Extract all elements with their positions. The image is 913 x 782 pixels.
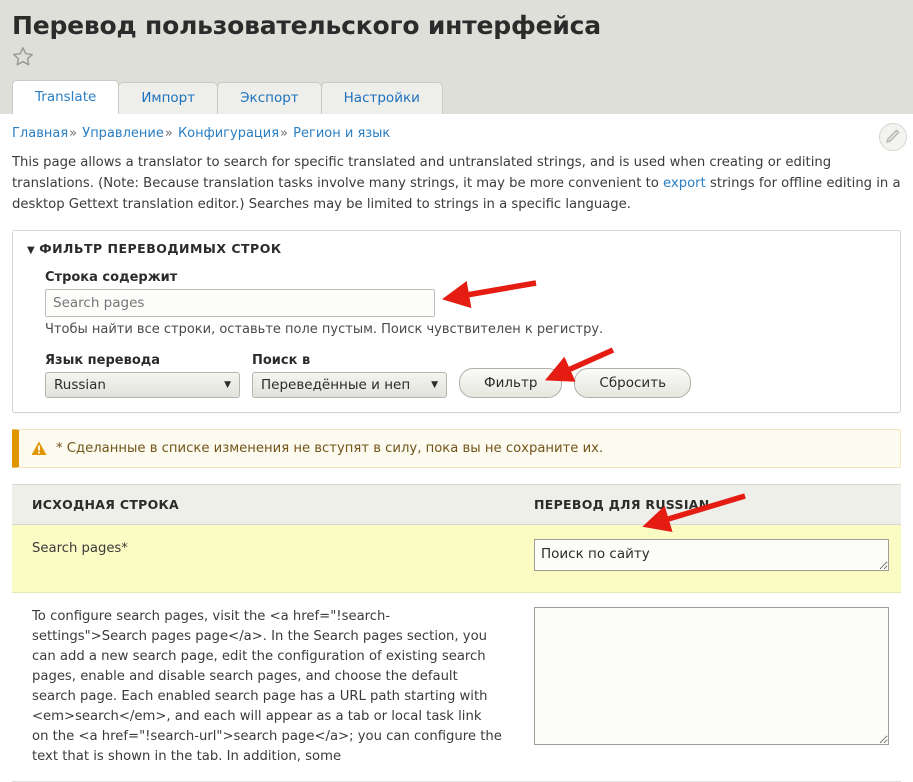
tab-import-label: Импорт (141, 90, 196, 106)
main-content: Главная» Управление» Конфигурация» Регио… (0, 114, 913, 782)
translation-table: ИСХОДНАЯ СТРОКА ПЕРЕВОД ДЛЯ RUSSIAN Sear… (12, 484, 901, 782)
table-row: Search pages* (12, 524, 901, 593)
tab-export-label: Экспорт (240, 90, 299, 106)
tab-translate[interactable]: Translate (12, 80, 120, 114)
tab-translate-label: Translate (35, 89, 97, 105)
tab-import[interactable]: Импорт (118, 82, 219, 114)
reset-button[interactable]: Сбросить (574, 368, 692, 398)
breadcrumb-item-home[interactable]: Главная (12, 126, 68, 141)
table-header-row: ИСХОДНАЯ СТРОКА ПЕРЕВОД ДЛЯ RUSSIAN (12, 484, 901, 525)
tab-settings-label: Настройки (343, 90, 420, 106)
search-in-label: Поиск в (252, 353, 311, 368)
pencil-edit-icon[interactable] (879, 123, 907, 151)
breadcrumb-item-region-language[interactable]: Регион и язык (293, 126, 390, 141)
table-row: To configure search pages, visit the <a … (12, 592, 901, 782)
translation-cell-row-2 (514, 592, 901, 782)
filter-controls-row: Язык перевода Russian ▼ Поиск в Переведё… (45, 353, 886, 398)
warning-message: * Сделанные в списке изменения не вступя… (12, 429, 901, 468)
translation-table-head: ИСХОДНАЯ СТРОКА ПЕРЕВОД ДЛЯ RUSSIAN (12, 484, 901, 525)
language-select-box: Russian ▼ (45, 372, 240, 398)
breadcrumb-sep-2: » (164, 126, 173, 141)
breadcrumb-sep-1: » (69, 126, 78, 141)
string-contains-help: Чтобы найти все строки, оставьте поле пу… (45, 322, 604, 337)
tab-bar: Translate Импорт Экспорт Настройки (12, 80, 443, 114)
filter-legend[interactable]: ▼ ФИЛЬТР ПЕРЕВОДИМЫХ СТРОК (27, 241, 886, 256)
star-row (12, 45, 913, 71)
string-contains-label: Строка содержит (45, 270, 178, 285)
export-link[interactable]: export (663, 176, 706, 191)
filter-legend-label: ФИЛЬТР ПЕРЕВОДИМЫХ СТРОК (39, 241, 282, 256)
star-outline-icon[interactable] (12, 45, 34, 67)
string-contains-input[interactable] (45, 289, 435, 317)
language-select-label: Язык перевода (45, 353, 161, 368)
search-in-select[interactable]: Переведённые и неп (252, 372, 447, 398)
source-string-row-2: To configure search pages, visit the <a … (12, 592, 514, 782)
tab-settings[interactable]: Настройки (320, 82, 443, 114)
tab-export[interactable]: Экспорт (217, 82, 322, 114)
warning-triangle-icon (31, 441, 47, 456)
filter-body: Строка содержит Чтобы найти все строки, … (27, 260, 886, 398)
language-select[interactable]: Russian (45, 372, 240, 398)
search-in-select-group: Поиск в Переведённые и неп ▼ (252, 353, 447, 398)
translation-textarea-row-1[interactable] (534, 539, 889, 571)
breadcrumb: Главная» Управление» Конфигурация» Регио… (12, 114, 901, 142)
column-header-translation: ПЕРЕВОД ДЛЯ RUSSIAN (514, 484, 901, 525)
source-string-row-1: Search pages* (12, 524, 514, 593)
page-header: Перевод пользовательского интерфейса Tra… (0, 0, 913, 114)
translation-cell-row-1 (514, 524, 901, 593)
filter-button[interactable]: Фильтр (459, 368, 563, 398)
column-header-source: ИСХОДНАЯ СТРОКА (12, 484, 514, 525)
translation-table-body: Search pages* To configure search pages,… (12, 524, 901, 782)
breadcrumb-item-administration[interactable]: Управление (82, 126, 164, 141)
page-title: Перевод пользовательского интерфейса (12, 11, 601, 40)
breadcrumb-item-configuration[interactable]: Конфигурация (178, 126, 279, 141)
warning-text: * Сделанные в списке изменения не вступя… (56, 441, 604, 456)
chevron-down-icon: ▼ (27, 245, 36, 256)
page-description: This page allows a translator to search … (12, 152, 901, 215)
search-in-select-box: Переведённые и неп ▼ (252, 372, 447, 398)
breadcrumb-sep-3: » (280, 126, 289, 141)
translation-textarea-row-2[interactable] (534, 607, 889, 745)
language-select-group: Язык перевода Russian ▼ (45, 353, 240, 398)
filter-fieldset: ▼ ФИЛЬТР ПЕРЕВОДИМЫХ СТРОК Строка содержи… (12, 230, 901, 413)
